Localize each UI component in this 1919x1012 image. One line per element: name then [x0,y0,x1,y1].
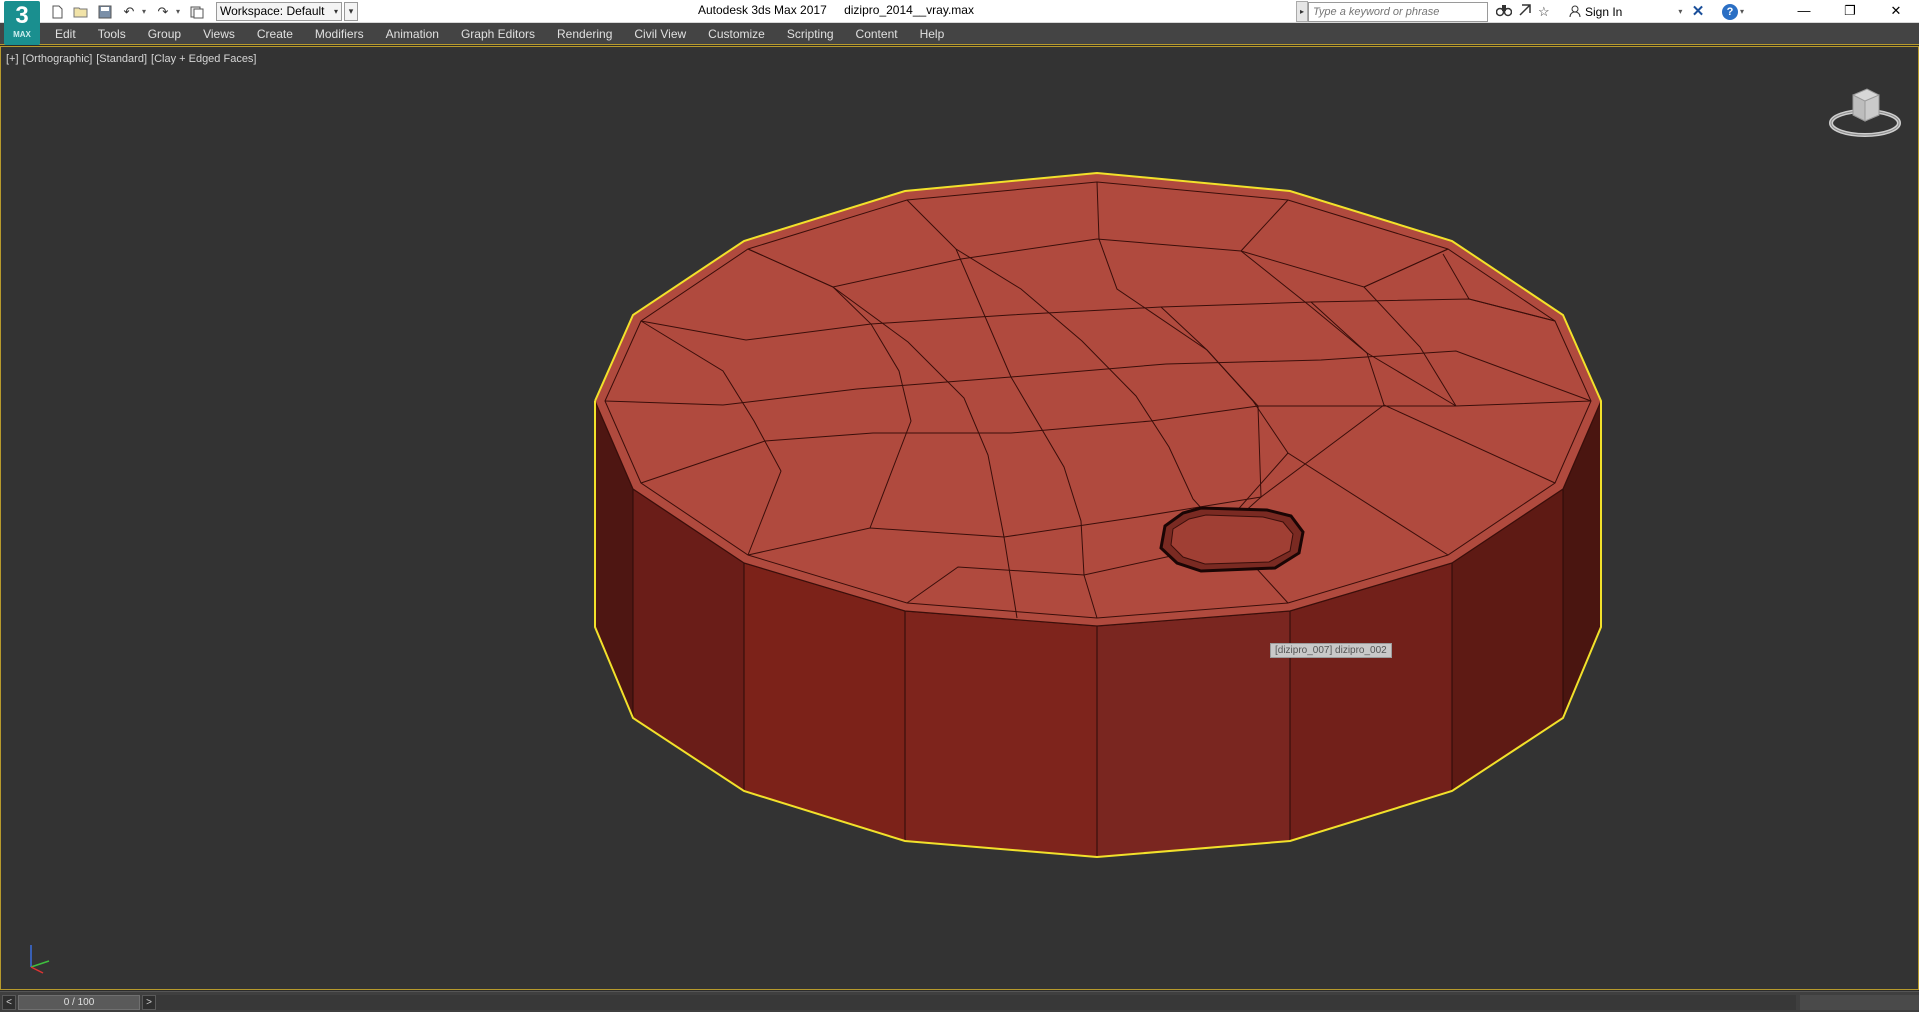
time-slider-end [1800,995,1919,1010]
minimize-button[interactable]: — [1781,0,1827,23]
search-expand-icon[interactable]: ▸ [1296,1,1308,22]
menu-modifiers[interactable]: Modifiers [304,23,375,45]
object-tooltip: [dizipro_007] dizipro_002 [1270,643,1392,658]
time-slider-thumb[interactable]: 0 / 100 [18,995,140,1010]
exchange-apps-icon[interactable]: ✕ [1688,2,1708,21]
qat-customize-icon[interactable]: ▾ [344,2,358,21]
time-slider-track[interactable] [156,995,1796,1010]
menu-animation[interactable]: Animation [375,23,450,45]
search-input[interactable] [1308,1,1488,22]
close-button[interactable]: ✕ [1873,0,1919,23]
help-button[interactable]: ? ▾ [1722,2,1744,21]
menu-edit[interactable]: Edit [44,23,87,45]
viewcube-icon[interactable] [1827,81,1903,141]
menu-civil-view[interactable]: Civil View [623,23,697,45]
perspective-viewport[interactable]: [+] [Orthographic] [Standard] [Clay + Edged… [0,46,1919,990]
save-icon[interactable] [94,2,116,21]
new-file-icon[interactable] [46,2,68,21]
chevron-down-icon: ▾ [1678,7,1683,16]
menu-customize[interactable]: Customize [697,23,776,45]
undo-icon[interactable]: ↶ [118,2,140,21]
restore-button[interactable]: ❐ [1827,0,1873,23]
window-controls: — ❐ ✕ [1781,0,1919,23]
workspace-dropdown[interactable]: Workspace: Default ▾ [216,2,342,21]
file-name: dizipro_2014__vray.max [844,3,974,17]
project-folder-icon[interactable] [186,2,208,21]
sign-in-button[interactable]: Sign In ▾ [1569,2,1682,21]
prev-frame-button[interactable]: < [2,995,16,1010]
menu-group[interactable]: Group [137,23,192,45]
cylinder-object[interactable] [1,47,1918,989]
menu-graph-editors[interactable]: Graph Editors [450,23,546,45]
app-title: Autodesk 3ds Max 2017 [698,3,827,17]
menu-help[interactable]: Help [909,23,956,45]
quick-access-toolbar: ↶ ▾ ↷ ▾ [46,2,208,21]
axis-tripod-icon [30,945,50,974]
app-menu-button[interactable]: 3 MAX [4,1,40,45]
menu-content[interactable]: Content [845,23,909,45]
workspace-value: Workspace: Default [220,4,325,18]
menu-tools[interactable]: Tools [87,23,137,45]
time-slider: < 0 / 100 > [0,991,1919,1012]
sign-in-label: Sign In [1585,4,1623,19]
app-logo-text: 3 [15,2,29,29]
redo-dropdown-icon[interactable]: ▾ [176,2,184,21]
binoculars-icon[interactable] [1495,3,1513,20]
user-icon [1569,5,1581,18]
app-logo-sub: MAX [13,30,31,39]
undo-dropdown-icon[interactable]: ▾ [142,2,150,21]
chevron-down-icon: ▾ [1740,7,1745,16]
menu-bar: Edit Tools Group Views Create Modifiers … [0,23,1919,45]
infocenter-icons: ☆ [1495,2,1550,21]
menu-views[interactable]: Views [192,23,246,45]
subscription-icon[interactable] [1518,3,1532,20]
open-file-icon[interactable] [70,2,92,21]
window-title: Autodesk 3ds Max 2017 dizipro_2014__vray… [698,3,988,17]
title-bar: 3 MAX ↶ ▾ ↷ ▾ Workspace: Default ▾ ▾ Auto… [0,0,1919,45]
menu-create[interactable]: Create [246,23,304,45]
menu-scripting[interactable]: Scripting [776,23,845,45]
chevron-down-icon: ▾ [333,7,338,16]
help-icon: ? [1722,3,1738,20]
next-frame-button[interactable]: > [142,995,156,1010]
favorites-star-icon[interactable]: ☆ [1538,4,1550,20]
menu-rendering[interactable]: Rendering [546,23,623,45]
redo-icon[interactable]: ↷ [152,2,174,21]
infocenter-search: ▸ [1296,1,1488,22]
